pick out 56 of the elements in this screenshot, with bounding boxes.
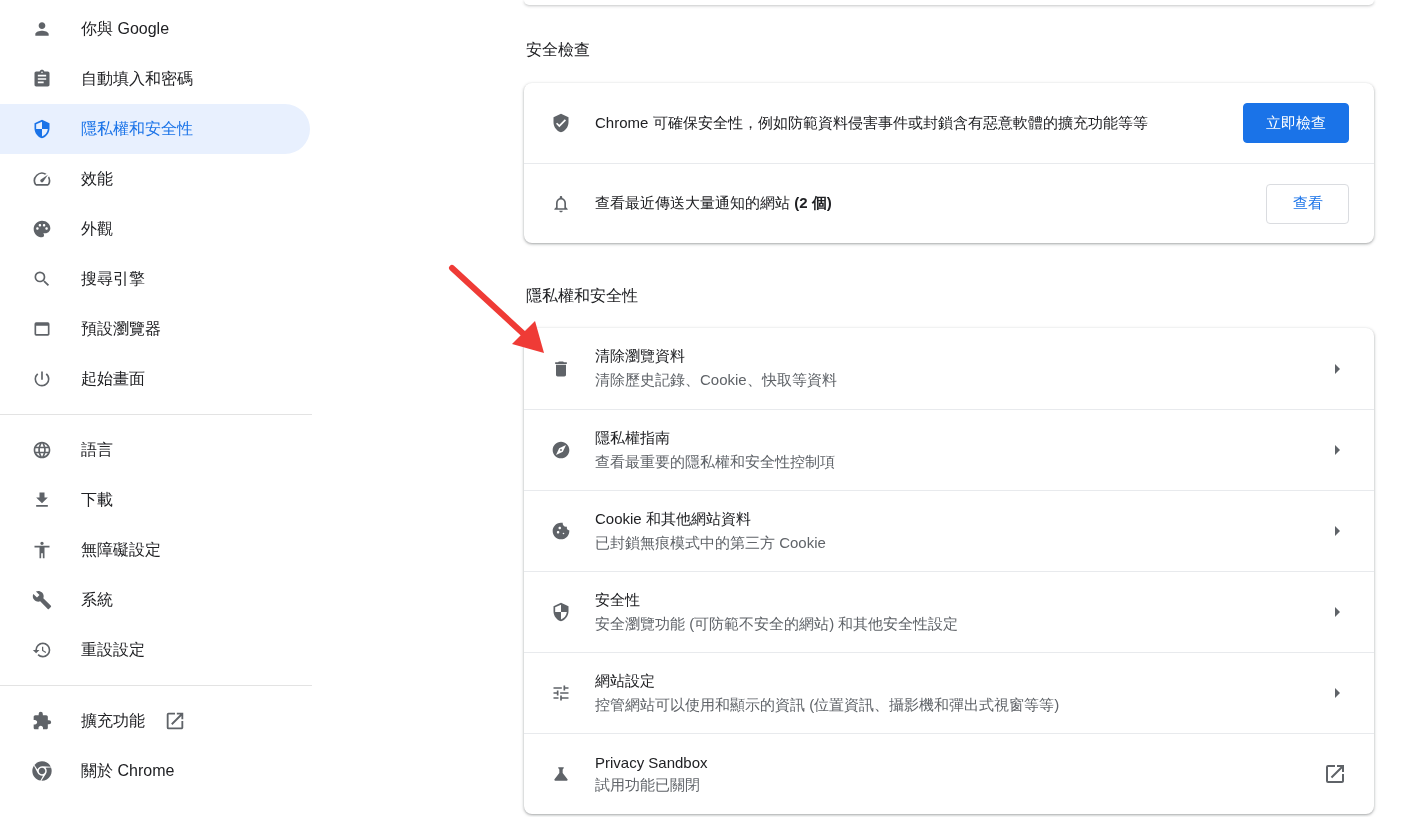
sidebar-item[interactable]: 系統 — [0, 575, 310, 625]
sidebar-item[interactable]: 預設瀏覽器 — [0, 304, 310, 354]
settings-row[interactable]: 網站設定 控管網站可以使用和顯示的資訊 (位置資訊、攝影機和彈出式視窗等等) — [524, 652, 1374, 733]
shield-icon — [551, 601, 571, 623]
power-icon — [32, 369, 52, 389]
row-title: 安全性 — [595, 590, 641, 610]
browser-window-icon — [32, 319, 52, 339]
settings-row[interactable]: 清除瀏覽資料 清除歷史記錄、Cookie、快取等資料 — [524, 328, 1374, 409]
row-title: 隱私權指南 — [595, 428, 671, 448]
row-title: Cookie 和其他網站資料 — [595, 509, 752, 529]
sidebar-item[interactable]: 效能 — [0, 154, 310, 204]
compass-icon — [551, 439, 571, 461]
shield-check-icon — [551, 112, 571, 134]
settings-row[interactable]: Cookie 和其他網站資料 已封鎖無痕模式中的第三方 Cookie — [524, 490, 1374, 571]
sidebar-item[interactable]: 關於 Chrome — [0, 746, 310, 796]
globe-icon — [32, 440, 52, 460]
sidebar-item[interactable]: 你與 Google — [0, 4, 310, 54]
row-text: Chrome 可確保安全性，例如防範資料侵害事件或封鎖含有惡意軟體的擴充功能等等 — [595, 113, 1149, 133]
row-subtitle: 試用功能已關閉 — [595, 775, 701, 795]
section-heading: 隱私權和安全性 — [526, 286, 639, 306]
sidebar-item[interactable]: 隱私權和安全性 — [0, 104, 310, 154]
chrome-logo-icon — [32, 761, 52, 781]
sidebar-item[interactable]: 起始畫面 — [0, 354, 310, 404]
row-title: 網站設定 — [595, 671, 656, 691]
sidebar-item[interactable]: 外觀 — [0, 204, 310, 254]
sidebar-item[interactable]: 重設設定 — [0, 625, 310, 675]
shield-icon — [32, 119, 52, 139]
wrench-icon — [32, 590, 52, 610]
sidebar-item[interactable]: 搜尋引擎 — [0, 254, 310, 304]
settings-row[interactable]: 安全性 安全瀏覽功能 (可防範不安全的網站) 和其他安全性設定 — [524, 571, 1374, 652]
check-now-button[interactable]: 立即檢查 — [1243, 103, 1349, 143]
settings-row[interactable]: Privacy Sandbox 試用功能已關閉 — [524, 733, 1374, 814]
row-subtitle: 清除歷史記錄、Cookie、快取等資料 — [595, 371, 838, 390]
row-title: 清除瀏覽資料 — [595, 347, 686, 366]
row-subtitle: 查看最重要的隱私權和安全性控制項 — [595, 452, 836, 472]
row-subtitle: 控管網站可以使用和顯示的資訊 (位置資訊、攝影機和彈出式視窗等等) — [595, 695, 1061, 715]
accessibility-icon — [32, 540, 52, 560]
cookie-icon — [551, 520, 571, 542]
history-icon — [32, 640, 52, 660]
sidebar-item[interactable]: 無障礙設定 — [0, 525, 310, 575]
sidebar-item[interactable]: 語言 — [0, 425, 310, 475]
puzzle-icon — [32, 711, 52, 731]
row-subtitle: 安全瀏覽功能 (可防範不安全的網站) 和其他安全性設定 — [595, 614, 960, 634]
settings-row[interactable]: 隱私權指南 查看最重要的隱私權和安全性控制項 — [524, 409, 1374, 490]
row-text: 查看最近傳送大量通知的網站 (2 個) — [595, 194, 833, 213]
view-button[interactable]: 查看 — [1266, 183, 1349, 224]
speedometer-icon — [32, 169, 52, 189]
clipboard-icon — [32, 69, 52, 89]
search-icon — [32, 269, 52, 289]
palette-icon — [32, 219, 52, 239]
section-heading: 安全檢查 — [526, 40, 591, 60]
sidebar-item[interactable]: 擴充功能 — [0, 696, 310, 746]
sidebar-item[interactable]: 自動填入和密碼 — [0, 54, 310, 104]
row-subtitle: 已封鎖無痕模式中的第三方 Cookie — [595, 533, 827, 553]
sidebar-item[interactable]: 下載 — [0, 475, 310, 525]
row-title: Privacy Sandbox — [595, 753, 709, 771]
